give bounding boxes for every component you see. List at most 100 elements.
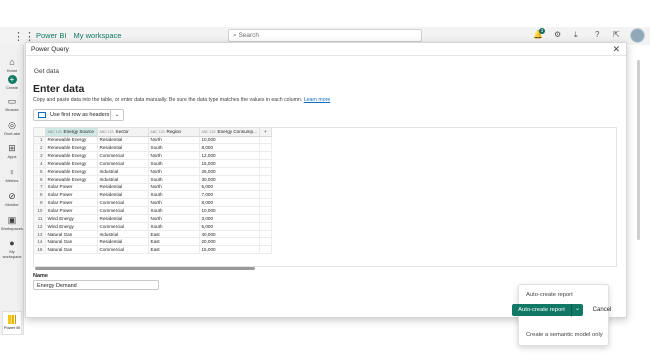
empty-cell[interactable] [259,175,272,184]
table-cell[interactable]: 30,000 [199,175,260,184]
page-scrollbar[interactable] [637,60,640,240]
table-cell[interactable]: Residential [97,237,149,247]
rail-item-apps[interactable]: ⊞ Apps [0,143,24,159]
use-first-row-button[interactable]: Use first row as headers ⌄ [33,109,124,121]
table-cell[interactable]: Residential [97,183,149,192]
table-cell[interactable]: 40,000 [199,230,260,239]
table-cell[interactable]: Solar Power [45,206,98,215]
table-cell[interactable]: South [148,222,200,231]
empty-cell[interactable] [259,198,272,208]
type-icon[interactable]: ABC 123 [48,130,62,134]
row-number[interactable]: 8 [34,190,46,200]
table-cell[interactable]: 7,000 [199,190,260,200]
table-cell[interactable]: 5,000 [199,222,260,231]
empty-cell[interactable] [259,167,272,176]
row-number[interactable]: 4 [34,159,46,168]
empty-cell[interactable] [259,143,272,153]
table-cell[interactable]: Commercial [97,245,149,255]
add-column-button[interactable]: + [259,128,272,137]
table-cell[interactable]: Residential [97,214,149,223]
table-cell[interactable]: North [148,214,200,223]
rail-item-onelake[interactable]: ◎ OneLake [0,120,24,136]
table-cell[interactable]: 8,000 [199,143,260,153]
cancel-button[interactable]: Cancel [587,304,617,316]
workspace-link[interactable]: My workspace [74,31,122,40]
table-cell[interactable]: Renewable Energy [45,167,98,176]
table-cell[interactable]: 15,000 [199,245,260,255]
table-cell[interactable]: 5,000 [199,183,260,192]
table-cell[interactable]: Renewable Energy [45,159,98,168]
row-number[interactable]: 10 [34,206,46,215]
table-cell[interactable]: South [148,206,200,215]
help-icon[interactable]: ? [595,30,599,39]
row-number[interactable]: 1 [34,136,46,145]
row-number[interactable]: 5 [34,167,46,176]
learn-more-link[interactable]: Learn more [304,97,331,103]
search-input[interactable]: ⌕ Search [228,29,422,42]
table-cell[interactable]: Residential [97,136,149,145]
empty-cell[interactable] [259,214,272,223]
row-number[interactable]: 14 [34,237,46,247]
table-cell[interactable]: Residential [97,143,149,153]
table-cell[interactable]: Solar Power [45,190,98,200]
rail-item-create[interactable]: + Create [0,75,24,90]
table-cell[interactable]: East [148,230,200,239]
empty-cell[interactable] [259,230,272,239]
table-cell[interactable]: Renewable Energy [45,136,98,145]
table-cell[interactable]: East [148,237,200,247]
rail-item-metrics[interactable]: ♀ Metrics [0,167,24,183]
empty-cell[interactable] [259,245,272,255]
row-number[interactable]: 12 [34,222,46,231]
column-header[interactable]: ABC 123 Region [148,128,200,137]
row-number[interactable]: 13 [34,230,46,239]
table-cell[interactable]: Natural Gas [45,230,98,239]
table-cell[interactable]: 10,000 [199,136,260,145]
empty-cell[interactable] [259,151,272,161]
table-cell[interactable]: Industrial [97,175,149,184]
rail-item-home[interactable]: ⌂ Home [0,57,24,73]
empty-cell[interactable] [259,222,272,231]
table-cell[interactable]: Solar Power [45,183,98,192]
breadcrumb[interactable]: Get data [34,68,59,75]
table-cell[interactable]: North [148,183,200,192]
table-cell[interactable]: South [148,143,200,153]
row-number[interactable]: 2 [34,143,46,153]
table-cell[interactable]: 8,000 [199,198,260,208]
avatar[interactable] [630,28,645,43]
menu-item-auto-create[interactable]: Auto-create report [519,285,608,305]
table-cell[interactable]: Commercial [97,222,149,231]
empty-cell[interactable] [259,183,272,192]
column-header[interactable]: ABC 123 Energy Source [45,128,98,137]
table-cell[interactable]: Renewable Energy [45,151,98,161]
rail-item-workspaces[interactable]: ▣ Workspaces [0,215,24,231]
menu-item-semantic-model[interactable]: Create a semantic model only [519,325,608,345]
table-cell[interactable]: North [148,136,200,145]
table-cell[interactable]: Renewable Energy [45,175,98,184]
table-cell[interactable]: 3,000 [199,214,260,223]
table-cell[interactable]: Wind Energy [45,214,98,223]
table-cell[interactable]: Industrial [97,167,149,176]
table-cell[interactable]: 25,000 [199,167,260,176]
share-icon[interactable]: ⇱ [613,30,620,39]
row-number[interactable]: 15 [34,245,46,255]
empty-cell[interactable] [259,206,272,215]
empty-cell[interactable] [259,136,272,145]
horizontal-scrollbar[interactable] [35,267,255,270]
power-bi-switcher[interactable]: Power BI [2,311,22,335]
rail-item-browse[interactable]: ▭ Browse [0,96,24,112]
empty-cell[interactable] [259,190,272,200]
auto-create-report-button[interactable]: Auto-create report ⌄ [512,304,583,316]
table-cell[interactable]: North [148,198,200,208]
empty-cell[interactable] [259,237,272,247]
app-name[interactable]: Power BI [36,31,66,40]
row-number[interactable]: 7 [34,183,46,192]
table-cell[interactable]: 20,000 [199,237,260,247]
table-cell[interactable]: 15,000 [199,159,260,168]
row-number[interactable]: 9 [34,198,46,208]
rail-item-monitor[interactable]: ⊘ Monitor [0,191,24,207]
table-cell[interactable]: South [148,190,200,200]
row-number[interactable]: 3 [34,151,46,161]
type-icon[interactable]: ABC 123 [151,130,165,134]
table-cell[interactable]: Commercial [97,159,149,168]
type-icon[interactable]: ABC 123 [202,130,216,134]
